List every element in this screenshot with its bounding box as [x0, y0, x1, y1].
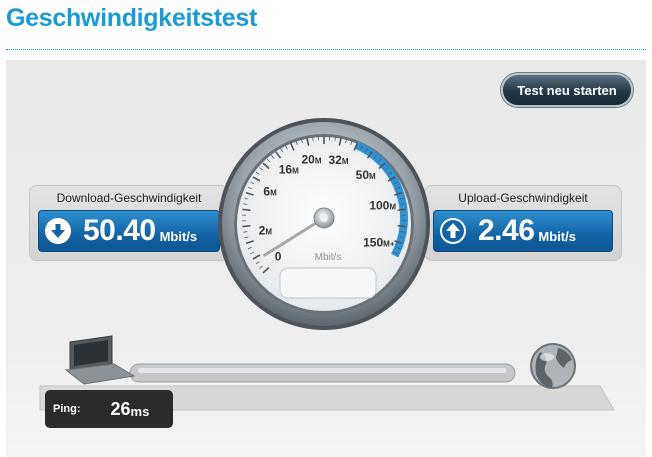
globe-icon [530, 343, 576, 389]
gauge-tick [397, 208, 406, 212]
upload-speed-value: 2.46 [478, 214, 535, 247]
download-label: Download-Geschwindigkeit [56, 191, 202, 205]
upload-speed-unit: Mbit/s [538, 228, 576, 244]
ping-unit: ms [130, 403, 150, 419]
speedometer-gauge: 02M6M16M20M 32M50M100M150M+ Mbit/s [218, 118, 430, 330]
upload-label: Upload-Geschwindigkeit [458, 191, 588, 205]
laptop-icon [64, 335, 136, 385]
download-speed-box: 50.40 Mbit/s [38, 210, 220, 252]
gauge-tick [242, 208, 251, 212]
title-divider [6, 49, 646, 50]
upload-card: Upload-Geschwindigkeit 2.46 Mbit/s [424, 185, 622, 261]
ping-box: Ping: 26 ms [45, 390, 173, 428]
arrow-down-icon [45, 218, 71, 244]
gauge-readout-window [279, 267, 377, 299]
gauge-unit-label: Mbit/s [315, 252, 342, 263]
restart-test-button[interactable]: Test neu starten [501, 73, 633, 107]
gauge-tick [242, 224, 251, 228]
gauge-tick [312, 136, 314, 141]
gauge-label: 0 [275, 250, 282, 264]
ping-value: 26 [110, 398, 131, 419]
page-title: Geschwindigkeitstest [6, 4, 258, 32]
upload-speed-box: 2.46 Mbit/s [433, 210, 613, 252]
gauge-tick [397, 224, 406, 228]
arrow-up-icon [440, 218, 466, 244]
download-card: Download-Geschwindigkeit 50.40 Mbit/s [29, 185, 229, 261]
ping-label: Ping: [53, 403, 81, 415]
download-speed-unit: Mbit/s [159, 228, 198, 244]
gauge-tick [334, 136, 336, 141]
download-speed-value: 50.40 [83, 214, 156, 247]
